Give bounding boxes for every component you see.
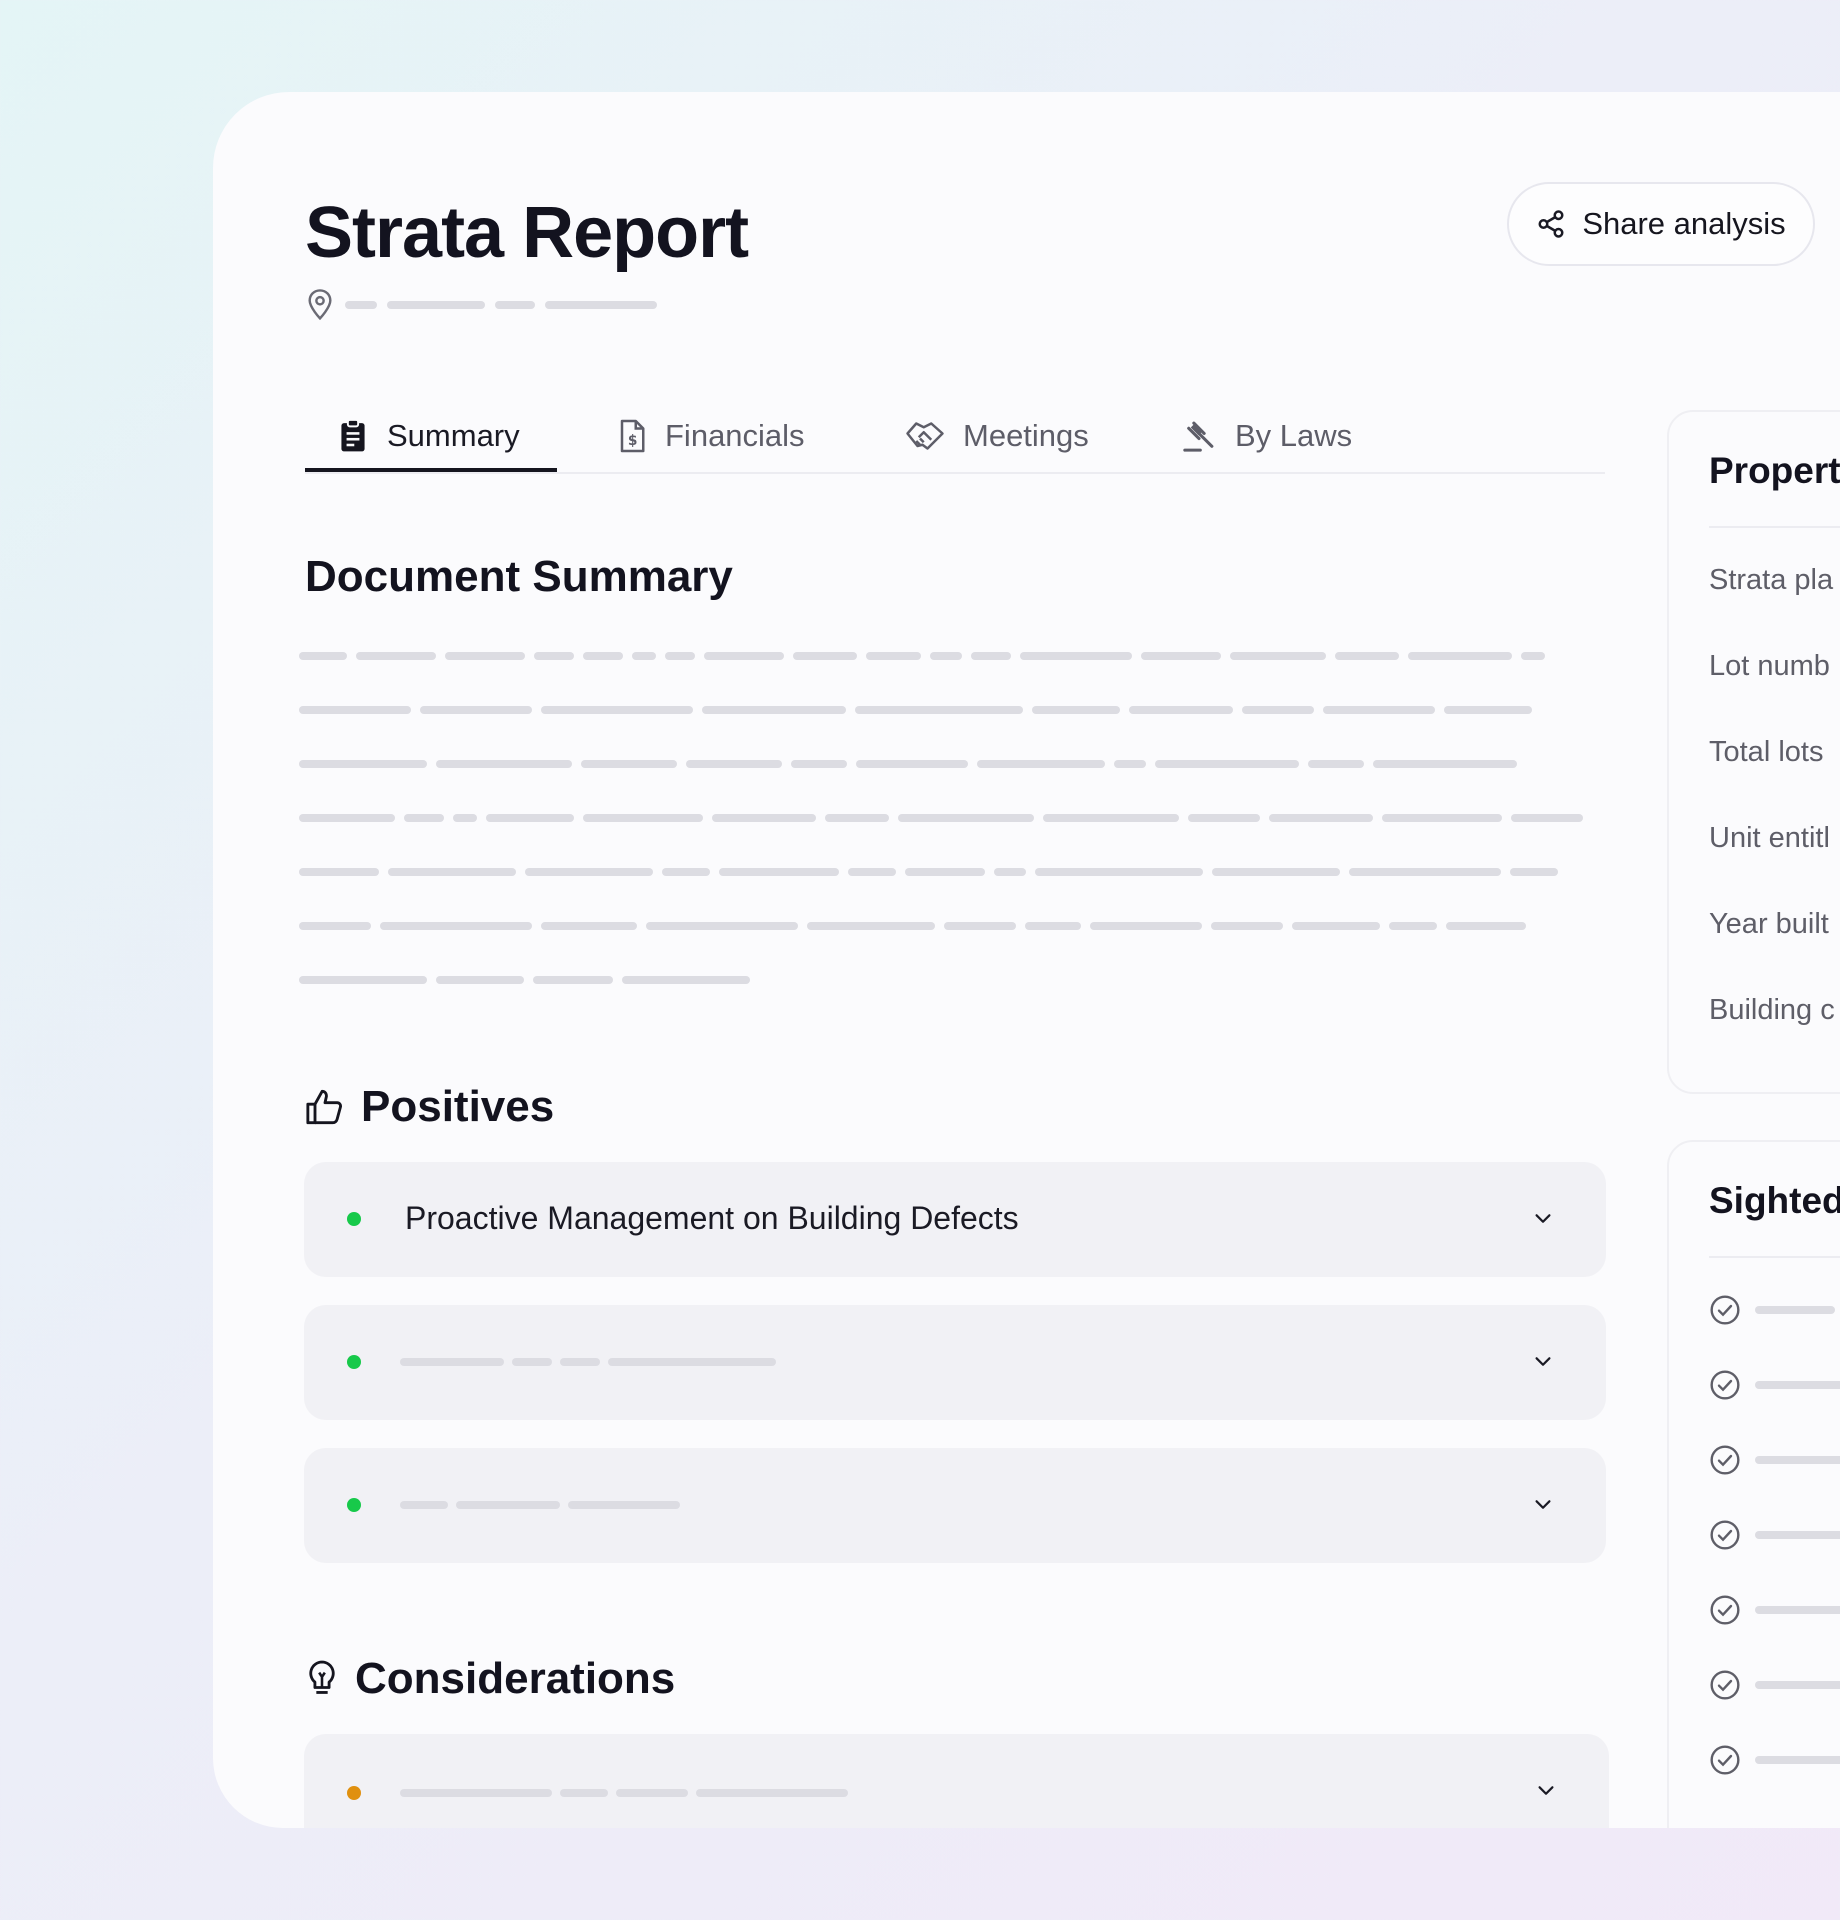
property-row-label: Total lots (1709, 736, 1824, 768)
location-pin-icon (308, 289, 332, 321)
clipboard-icon (341, 418, 365, 452)
sighted-document-row (1709, 1294, 1835, 1326)
tab-bar: Summary $ Financials Meetings By Laws (305, 400, 1605, 474)
check-circle-icon (1710, 1595, 1740, 1625)
tab-summary-label: Summary (387, 418, 520, 453)
consideration-item[interactable] (304, 1734, 1609, 1828)
thumbs-up-icon (306, 1089, 342, 1125)
share-icon (1538, 210, 1564, 238)
status-dot (347, 1786, 361, 1800)
check-circle-icon (1710, 1445, 1740, 1475)
divider (1709, 526, 1840, 528)
check-circle-icon (1710, 1295, 1740, 1325)
active-tab-indicator (305, 468, 557, 472)
positive-item-placeholder (400, 1358, 776, 1366)
address-placeholder (495, 301, 535, 309)
handshake-icon (906, 422, 944, 450)
tab-financials-label: Financials (665, 418, 805, 453)
positive-item-label: Proactive Management on Building Defects (405, 1200, 1019, 1236)
tab-financials[interactable]: $ Financials (617, 400, 805, 472)
positive-item-placeholder (400, 1501, 680, 1509)
sighted-document-row (1709, 1669, 1840, 1701)
property-row-label: Strata pla (1709, 564, 1834, 596)
check-circle-icon (1710, 1370, 1740, 1400)
tab-meetings[interactable]: Meetings (905, 400, 1089, 472)
tab-meetings-label: Meetings (963, 418, 1089, 453)
report-card: Strata Report Share analysis Summary $ F… (213, 92, 1840, 1828)
status-dot (347, 1355, 361, 1369)
check-circle-icon (1710, 1745, 1740, 1775)
positive-item[interactable] (304, 1305, 1606, 1420)
sighted-document-row (1709, 1369, 1840, 1401)
positive-item[interactable]: Proactive Management on Building Defects (304, 1162, 1606, 1277)
svg-text:$: $ (628, 433, 638, 449)
sighted-document-row (1709, 1594, 1840, 1626)
property-row-label: Unit entitl (1709, 822, 1830, 854)
page-title: Strata Report (305, 193, 749, 273)
positives-header: Positives (305, 1082, 554, 1132)
sighted-card-title: Sighted (1709, 1180, 1840, 1221)
sighted-document-row (1709, 1519, 1840, 1551)
positives-title: Positives (361, 1082, 555, 1131)
tab-by-laws-label: By Laws (1235, 418, 1353, 453)
address-placeholder (345, 301, 377, 309)
chevron-down-icon[interactable] (1530, 1208, 1556, 1230)
share-analysis-label: Share analysis (1582, 206, 1786, 241)
property-card-title: Propert (1709, 450, 1840, 491)
considerations-header: Considerations (305, 1654, 675, 1704)
chevron-down-icon[interactable] (1530, 1494, 1556, 1516)
property-row-label: Year built (1709, 908, 1829, 940)
positive-item[interactable] (304, 1448, 1606, 1563)
status-dot (347, 1212, 361, 1226)
chevron-down-icon[interactable] (1533, 1780, 1559, 1802)
property-details-card: Propert Strata pla Lot numb Total lots U… (1667, 410, 1840, 1094)
chevron-down-icon[interactable] (1530, 1351, 1556, 1373)
share-analysis-button[interactable]: Share analysis (1507, 182, 1815, 266)
document-dollar-icon: $ (620, 419, 645, 453)
status-dot (347, 1498, 361, 1512)
address-placeholder (387, 301, 485, 309)
property-row-label: Lot numb (1709, 650, 1830, 682)
sighted-documents-card: Sighted (1667, 1140, 1840, 1828)
tab-summary[interactable]: Summary (337, 400, 520, 472)
check-circle-icon (1710, 1670, 1740, 1700)
document-summary-placeholder (299, 652, 1599, 1030)
sighted-document-row (1709, 1444, 1840, 1476)
address-placeholder (545, 301, 657, 309)
gavel-icon (1183, 421, 1214, 452)
document-summary-title: Document Summary (305, 552, 733, 601)
location-row (305, 288, 657, 322)
tab-by-laws[interactable]: By Laws (1181, 400, 1352, 472)
considerations-title: Considerations (355, 1654, 676, 1703)
sighted-document-row (1709, 1744, 1840, 1776)
property-row-label: Building c (1709, 994, 1835, 1026)
lightbulb-icon (309, 1660, 335, 1694)
consideration-item-placeholder (400, 1789, 848, 1797)
check-circle-icon (1710, 1520, 1740, 1550)
divider (1709, 1256, 1840, 1258)
